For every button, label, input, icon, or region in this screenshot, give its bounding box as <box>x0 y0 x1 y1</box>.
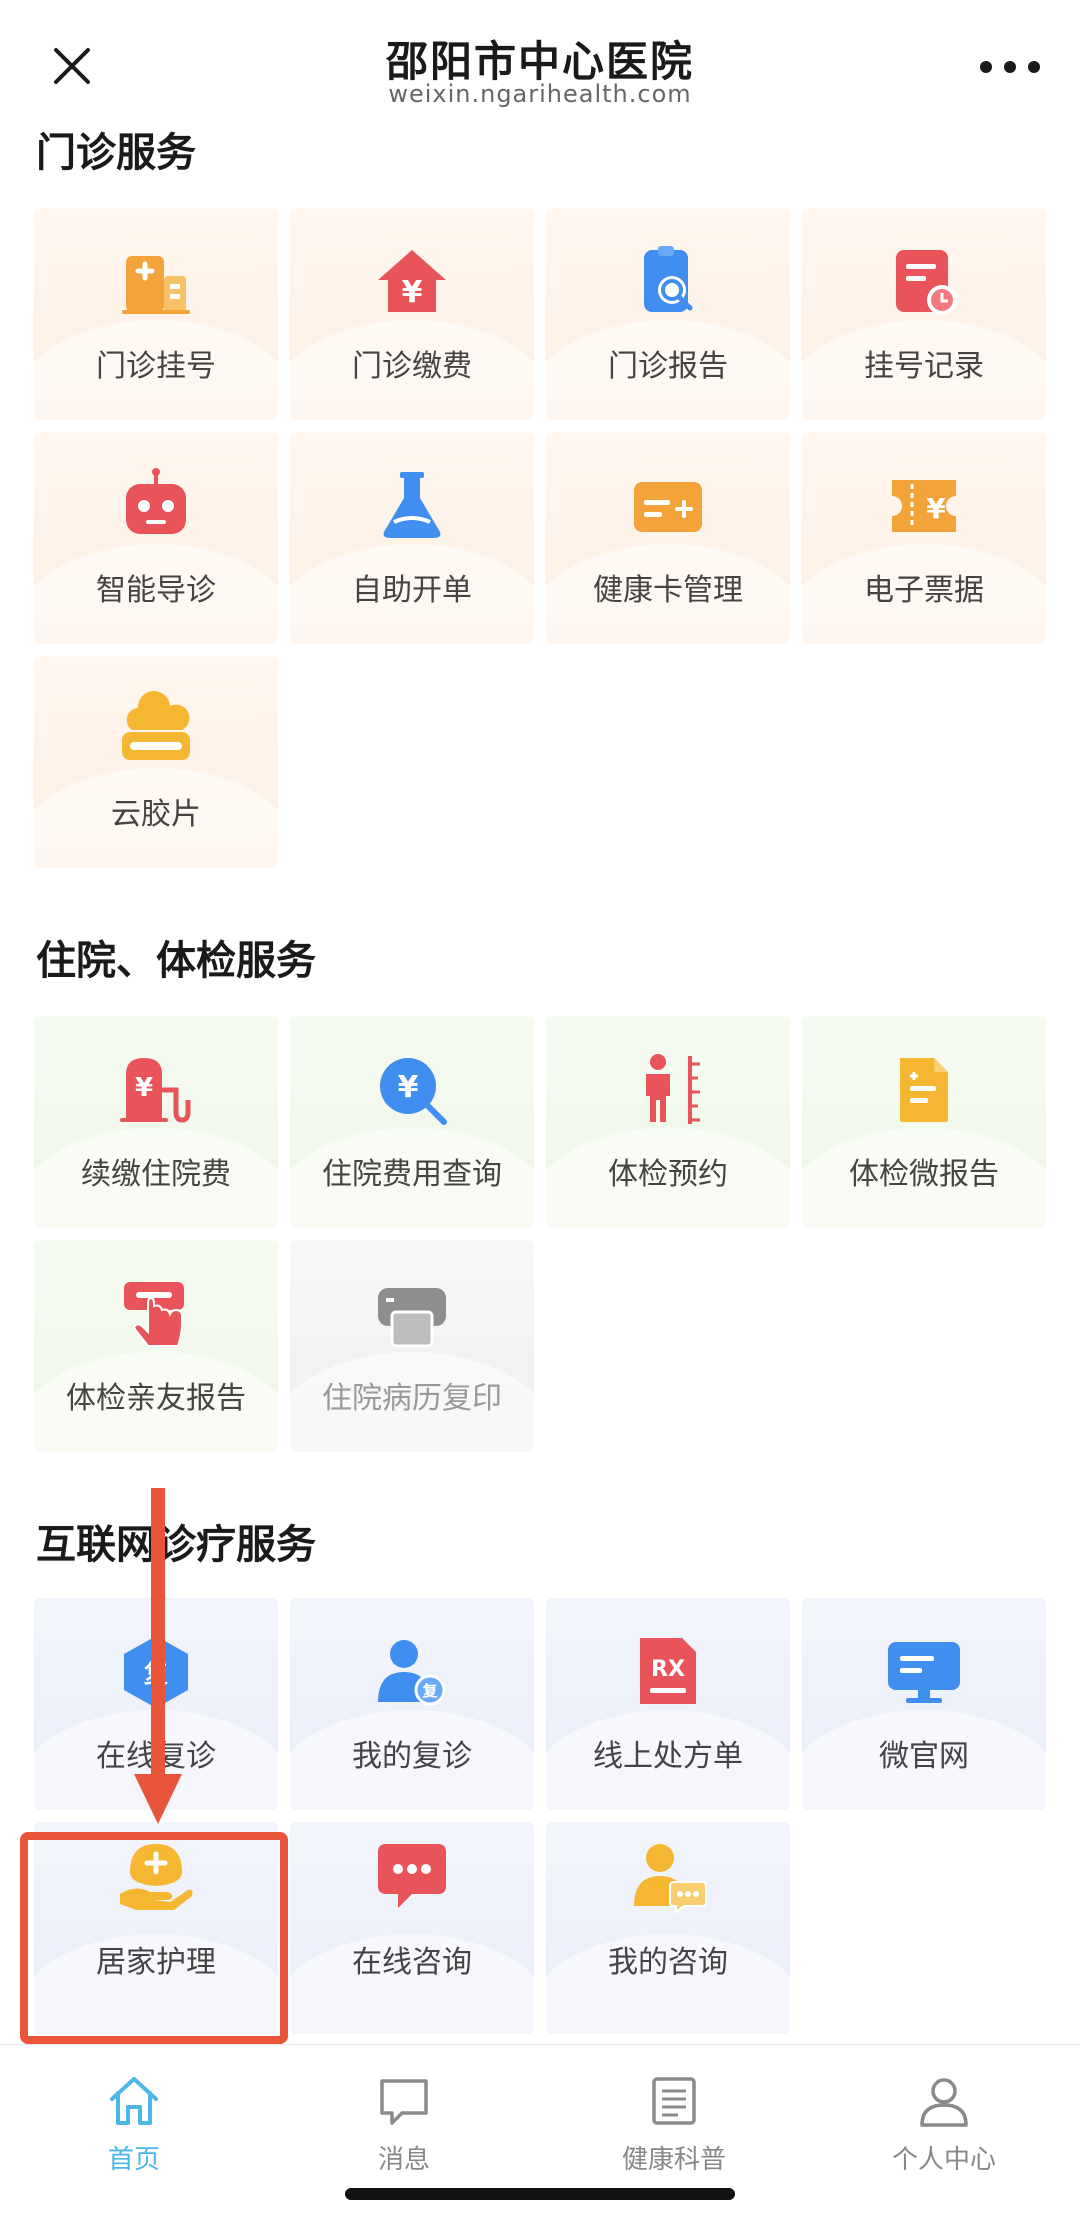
yuan-house-icon: ¥ <box>372 242 452 322</box>
service-tile-e-receipt[interactable]: ¥ 电子票据 <box>802 432 1046 644</box>
tile-label: 线上处方单 <box>593 1739 743 1774</box>
service-tile-checkup-family-report[interactable]: 体检亲友报告 <box>34 1240 278 1452</box>
service-tile-my-consult[interactable]: 我的咨询 <box>546 1822 790 2034</box>
service-tile-outpatient-payment[interactable]: ¥ 门诊缴费 <box>290 208 534 420</box>
tile-label: 在线咨询 <box>352 1945 472 1980</box>
tile-label: 我的复诊 <box>352 1739 472 1774</box>
service-tile-online-prescription[interactable]: RX 线上处方单 <box>546 1598 790 1810</box>
user-revisit-icon: 复 <box>372 1632 452 1712</box>
service-tile-cloud-film[interactable]: 云胶片 <box>34 656 278 868</box>
tile-label: 电子票据 <box>864 573 984 608</box>
tile-label: 体检预约 <box>608 1157 728 1192</box>
svg-text:¥: ¥ <box>402 275 423 310</box>
svg-text:RX: RX <box>651 1657 685 1682</box>
chat-bubble-icon <box>372 1836 452 1916</box>
article-icon <box>652 2077 696 2125</box>
prescription-rx-icon: RX <box>628 1632 708 1712</box>
more-dot-icon <box>980 61 992 73</box>
service-tile-checkup-mini-report[interactable]: 体检微报告 <box>802 1016 1046 1228</box>
tab-personal-center[interactable]: 个人中心 <box>844 2071 1044 2181</box>
tile-label: 续缴住院费 <box>81 1157 231 1192</box>
health-card-icon <box>628 466 708 546</box>
person-height-icon <box>628 1050 708 1130</box>
cloud-film-icon <box>116 690 196 770</box>
service-tile-self-order[interactable]: 自助开单 <box>290 432 534 644</box>
service-tile-checkup-booking[interactable]: 体检预约 <box>546 1016 790 1228</box>
tile-label: 门诊缴费 <box>352 349 472 384</box>
yuan-search-icon: ¥ <box>372 1050 452 1130</box>
tab-home[interactable]: 首页 <box>34 2071 234 2181</box>
tile-label: 挂号记录 <box>864 349 984 384</box>
service-tile-health-card[interactable]: 健康卡管理 <box>546 432 790 644</box>
service-tile-inpatient-deposit[interactable]: ¥ 续缴住院费 <box>34 1016 278 1228</box>
tab-health-science[interactable]: 健康科普 <box>574 2071 774 2181</box>
home-icon <box>110 2077 158 2125</box>
header-bar: 邵阳市中心医院 weixin.ngarihealth.com <box>0 0 1080 130</box>
printer-icon <box>372 1274 452 1354</box>
person-icon <box>920 2078 968 2127</box>
tile-label: 健康卡管理 <box>593 573 743 608</box>
more-dot-icon <box>1028 61 1040 73</box>
service-tile-my-revisit[interactable]: 复 我的复诊 <box>290 1598 534 1810</box>
more-dot-icon <box>1004 61 1016 73</box>
svg-text:¥: ¥ <box>926 492 946 525</box>
service-tile-medical-record-copy[interactable]: 住院病历复印 <box>290 1240 534 1452</box>
svg-text:¥: ¥ <box>135 1073 153 1103</box>
message-icon <box>380 2079 428 2125</box>
service-tile-micro-website[interactable]: 微官网 <box>802 1598 1046 1810</box>
tile-label: 住院病历复印 <box>322 1381 502 1416</box>
tile-label: 住院费用查询 <box>322 1157 502 1192</box>
annotation-highlight-box <box>20 1832 288 2044</box>
tile-label: 我的咨询 <box>608 1945 728 1980</box>
section-title-outpatient: 门诊服务 <box>36 130 196 176</box>
tile-label: 体检亲友报告 <box>66 1381 246 1416</box>
tile-label: 自助开单 <box>352 573 472 608</box>
robot-icon <box>116 466 196 546</box>
tile-label: 云胶片 <box>111 797 201 832</box>
tab-label: 首页 <box>107 2145 160 2175</box>
tile-label: 微官网 <box>879 1739 969 1774</box>
service-tile-smart-guide[interactable]: 智能导诊 <box>34 432 278 644</box>
monitor-icon <box>884 1632 964 1712</box>
yuan-pump-icon: ¥ <box>116 1050 196 1130</box>
flask-icon <box>372 466 452 546</box>
tab-messages[interactable]: 消息 <box>304 2071 504 2181</box>
tile-label: 门诊挂号 <box>96 349 216 384</box>
hospital-building-icon <box>116 242 196 322</box>
tile-label: 智能导诊 <box>96 573 216 608</box>
tab-label: 消息 <box>377 2145 430 2175</box>
page-url: weixin.ngarihealth.com <box>388 80 692 108</box>
mini-report-icon <box>884 1050 964 1130</box>
service-tile-outpatient-report[interactable]: 门诊报告 <box>546 208 790 420</box>
service-tile-register-record[interactable]: 挂号记录 <box>802 208 1046 420</box>
tile-label: 体检微报告 <box>849 1157 999 1192</box>
user-chat-icon <box>628 1836 708 1916</box>
annotation-arrow-icon <box>134 1488 182 1824</box>
svg-text:复: 复 <box>421 1682 438 1700</box>
more-options-button[interactable] <box>980 56 1040 78</box>
report-search-icon <box>628 242 708 322</box>
record-clock-icon <box>884 242 964 322</box>
service-tile-outpatient-register[interactable]: 门诊挂号 <box>34 208 278 420</box>
tab-label: 个人中心 <box>891 2145 996 2175</box>
service-tile-inpatient-cost-query[interactable]: ¥ 住院费用查询 <box>290 1016 534 1228</box>
section-title-inpatient: 住院、体检服务 <box>36 938 316 984</box>
svg-text:¥: ¥ <box>398 1070 419 1105</box>
tile-label: 门诊报告 <box>608 349 728 384</box>
service-tile-online-consult[interactable]: 在线咨询 <box>290 1822 534 2034</box>
ticket-yuan-icon: ¥ <box>884 466 964 546</box>
hand-tap-icon <box>116 1274 196 1354</box>
home-indicator <box>345 2188 735 2200</box>
tab-label: 健康科普 <box>621 2145 726 2175</box>
